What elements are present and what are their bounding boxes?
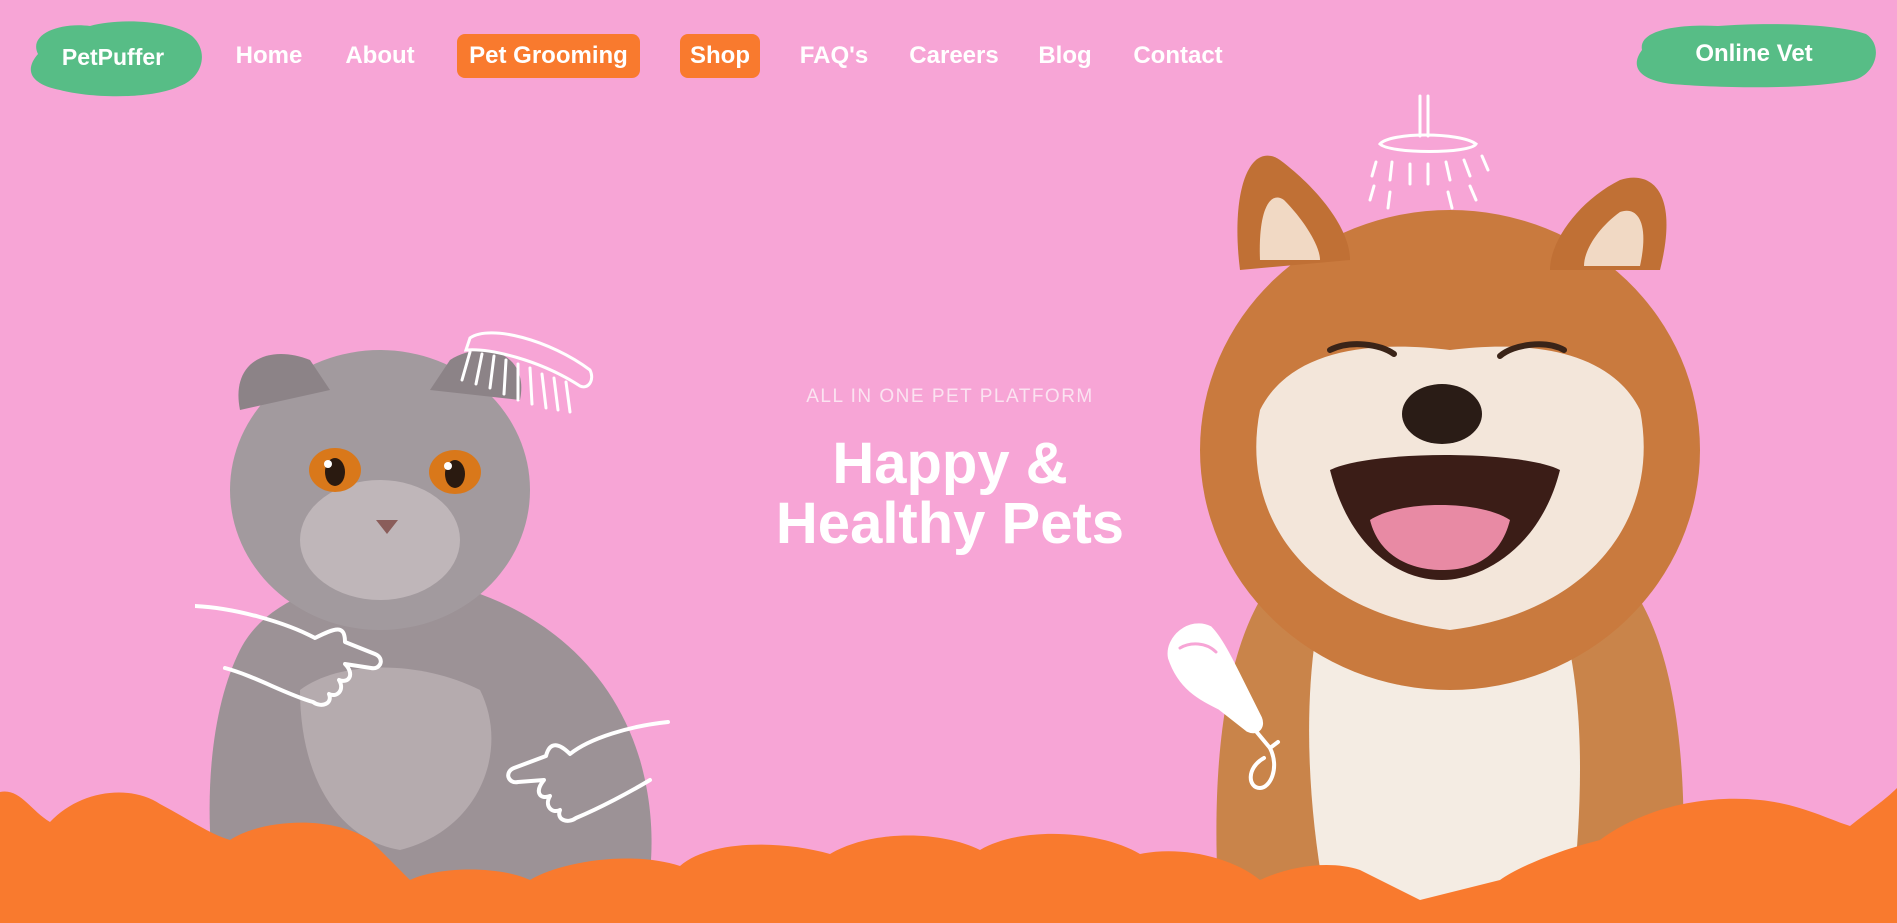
nav-pet-grooming[interactable]: Pet Grooming bbox=[457, 34, 640, 78]
hero-headline-line2: Healthy Pets bbox=[775, 491, 1125, 556]
hero-headline-line1: Happy & bbox=[832, 431, 1068, 496]
logo-text: PetPuffer bbox=[61, 43, 165, 70]
online-vet-button[interactable]: Online Vet bbox=[1628, 20, 1880, 88]
shower-icon bbox=[1368, 94, 1490, 210]
nav-shop[interactable]: Shop bbox=[680, 34, 760, 78]
orange-wave-footer-shape bbox=[0, 788, 1897, 923]
nav-faqs[interactable]: FAQ's bbox=[798, 34, 870, 78]
nav-careers[interactable]: Careers bbox=[908, 34, 1000, 78]
hero-eyebrow: ALL IN ONE PET PLATFORM bbox=[806, 386, 1094, 407]
nav-about[interactable]: About bbox=[342, 34, 418, 78]
online-vet-label: Online Vet bbox=[1695, 40, 1813, 67]
nav-contact[interactable]: Contact bbox=[1130, 34, 1226, 78]
nav-blog[interactable]: Blog bbox=[1038, 34, 1092, 78]
comb-icon bbox=[460, 331, 594, 414]
nav-home[interactable]: Home bbox=[232, 34, 306, 78]
top-navigation: PetPuffer Home About Pet Grooming Shop F… bbox=[0, 0, 1897, 110]
hero-headline: Happy & Healthy Pets bbox=[650, 434, 1250, 554]
pointing-hand-icon bbox=[195, 604, 383, 707]
logo-badge[interactable]: PetPuffer bbox=[20, 14, 206, 100]
